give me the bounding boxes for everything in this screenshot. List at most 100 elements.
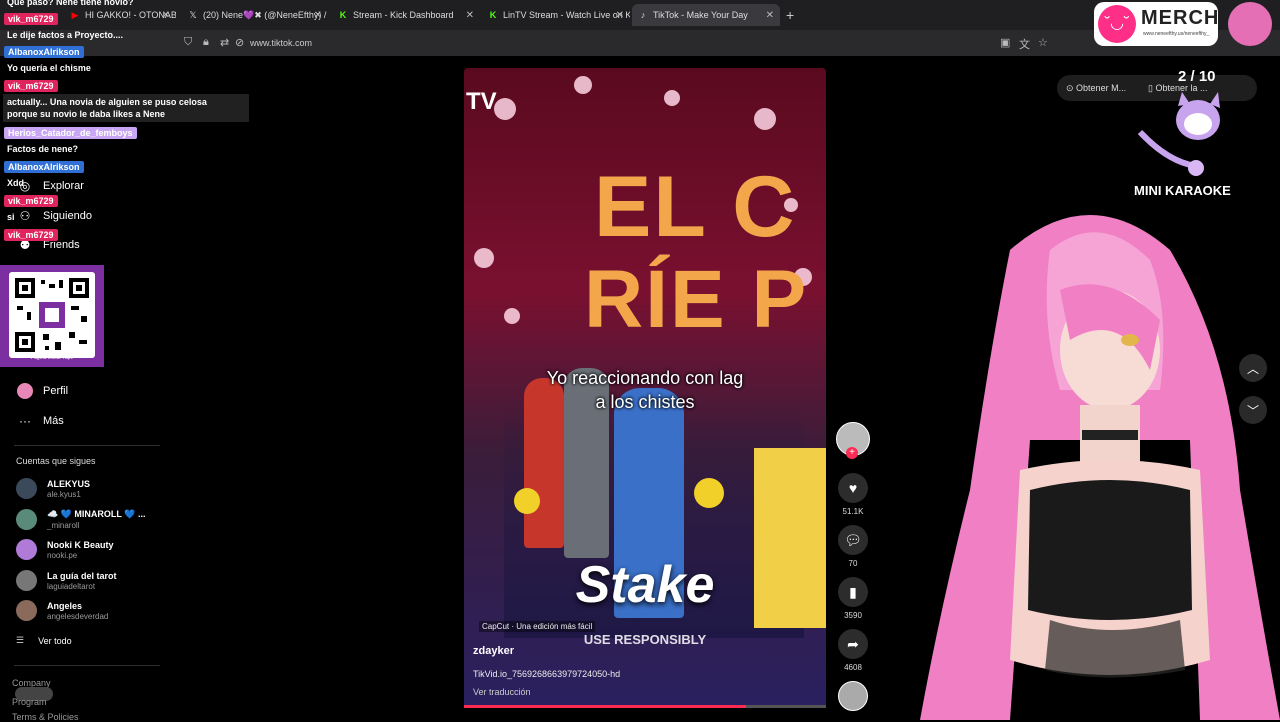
tab-tiktok[interactable]: ♪ TikTok - Make Your Day ✕ <box>632 4 780 26</box>
sponsor-tagline: USE RESPONSIBLY <box>583 632 707 647</box>
sidebar-item-explore[interactable]: ◎ Explorar <box>16 177 84 195</box>
kick-icon: K <box>489 10 497 20</box>
reader-icon[interactable]: ▣ <box>1000 36 1010 49</box>
capcut-badge[interactable]: CapCut · Una edición más fácil <box>479 621 596 632</box>
account-name: Nooki K Beauty <box>47 539 114 550</box>
avatar <box>16 539 37 560</box>
list-icon: ☰ <box>16 635 25 645</box>
sidebar-item-label: Perfil <box>43 385 69 397</box>
tab-x[interactable]: 𝕏 (20) Nene💜✖ (@NeneEfthy) / ✕ <box>182 4 328 26</box>
following-icon: ⚇ <box>19 209 31 223</box>
yellow-balloon <box>514 488 540 514</box>
follow-plus-icon[interactable]: + <box>846 447 858 459</box>
footer-legal[interactable]: Terms & Policies <box>12 712 79 722</box>
share-button[interactable]: ➦ 4608 <box>838 629 868 672</box>
sidebar-item-more[interactable]: ··· Más <box>16 412 64 430</box>
kick-icon: K <box>339 10 347 20</box>
see-all-label: Ver todo <box>38 635 72 646</box>
sound-avatar[interactable] <box>838 681 868 711</box>
tab-label: TikTok - Make Your Day <box>653 10 748 20</box>
lock-icon[interactable]: 🔒︎ <box>203 36 209 49</box>
following-title: Cuentas que sigues <box>16 456 96 466</box>
account-handle: _minaroll <box>47 521 80 530</box>
chat-username: vik_m6729 <box>4 80 58 92</box>
translate-icon[interactable]: 文 <box>1019 36 1030 52</box>
site-settings-icon[interactable]: ⇄ <box>220 36 229 49</box>
qr-caption: Página oficial Yape <box>30 355 74 361</box>
share-arrow-icon: ➦ <box>838 629 868 659</box>
followed-account[interactable]: La guía del tarot laguiadeltarot <box>16 570 117 591</box>
chat-username: vik_m6729 <box>4 195 58 207</box>
sidebar-item-following[interactable]: ⚇ Siguiendo <box>16 207 92 225</box>
streamer-avatar <box>1228 2 1272 46</box>
comment-icon: 💬︎ <box>838 525 868 555</box>
account-handle: angelesdeverdad <box>47 611 109 621</box>
see-translation-link[interactable]: Ver traducción <box>473 687 531 697</box>
avatar <box>16 600 37 621</box>
bookmark-icon: ▮ <box>838 577 868 607</box>
tab-lintv[interactable]: K LinTV Stream - Watch Live on K ✕ <box>482 4 630 26</box>
star-icon[interactable]: ☆ <box>1038 36 1048 49</box>
comment-button[interactable]: 💬︎ 70 <box>838 525 868 568</box>
followed-account[interactable]: ALEKYUS ale.kyus1 <box>16 478 90 499</box>
close-icon[interactable]: ✕ <box>466 10 474 21</box>
close-icon[interactable]: ✕ <box>314 10 322 21</box>
close-icon[interactable]: ✕ <box>162 10 170 21</box>
qr-code-pattern <box>15 278 89 352</box>
account-name: ☁️ 💙 MINAROLL 💙 ... <box>47 509 146 519</box>
kuromi-mascot-icon <box>1138 92 1220 176</box>
sidebar-item-label: Siguiendo <box>43 210 92 222</box>
divider <box>14 445 160 446</box>
tiktok-icon: ♪ <box>640 10 646 20</box>
tab-kick-dashboard[interactable]: K Stream - Kick Dashboard ✕ <box>332 4 480 26</box>
get-app-button[interactable]: ⊙ Obtener M... <box>1066 83 1126 94</box>
avatar <box>16 509 37 530</box>
close-icon[interactable]: ✕ <box>766 10 774 21</box>
like-count: 51.1K <box>842 507 864 516</box>
yellow-balloon <box>694 478 724 508</box>
tab-label: LinTV Stream - Watch Live on K <box>503 10 630 20</box>
sponsor-logo: Stake <box>575 556 715 614</box>
shield-icon[interactable]: ⛉ <box>184 36 192 49</box>
avatar <box>16 570 37 591</box>
video-title-line1: EL C <box>594 159 797 255</box>
video-author[interactable]: zdayker <box>473 645 514 657</box>
footer-program[interactable]: Program <box>12 697 47 707</box>
chat-message: Factos de nene? <box>7 144 79 154</box>
video-description: TikVid.io_7569268663979724050-hd <box>473 669 621 679</box>
chat-message: Que paso? Nene tiene novio? <box>7 0 134 7</box>
sidebar-item-label: Explorar <box>43 180 84 192</box>
account-handle: ale.kyus1 <box>47 489 81 499</box>
camera-off-icon[interactable]: ⊘ <box>235 36 244 49</box>
account-handle: nooki.pe <box>47 550 78 560</box>
divider <box>14 665 160 666</box>
sidebar-item-profile[interactable]: Perfil <box>16 382 68 400</box>
followed-account[interactable]: ☁️ 💙 MINAROLL 💙 ... _minaroll <box>16 509 145 530</box>
merch-url: www.neneefthy.us/neneefthy_ <box>1143 31 1210 37</box>
followed-account[interactable]: Nooki K Beauty nooki.pe <box>16 539 114 560</box>
more-dots-icon: ··· <box>19 414 31 428</box>
vtuber-avatar <box>920 215 1280 720</box>
app-icon: ⊙ <box>1066 83 1077 93</box>
tab-label: Stream - Kick Dashboard <box>353 10 454 20</box>
see-all-link[interactable]: ☰ Ver todo <box>16 635 72 646</box>
tab-label: (20) Nene💜✖ (@NeneEfthy) / <box>203 9 327 20</box>
account-handle: laguiadeltarot <box>47 581 96 591</box>
url-field[interactable]: www.tiktok.com <box>250 38 312 48</box>
avatar <box>16 478 37 499</box>
comment-count: 70 <box>848 559 858 568</box>
chat-message: si <box>7 212 15 222</box>
new-tab-button[interactable]: + <box>786 7 794 23</box>
account-name: ALEKYUS <box>47 478 91 489</box>
chat-message: Le dije factos a Proyecto.... <box>7 30 124 40</box>
chat-username: AlbanoxAlrikson <box>4 46 84 58</box>
like-button[interactable]: ♥ 51.1K <box>838 473 868 516</box>
chat-username: vik_m6729 <box>4 13 58 25</box>
save-button[interactable]: ▮ 3590 <box>838 577 868 620</box>
chat-message: Xdd <box>7 178 24 188</box>
followed-account[interactable]: Angeles angelesdeverdad <box>16 600 108 621</box>
song-counter: 2 / 10 <box>1178 68 1216 85</box>
chat-message: Yo quería el chisme <box>7 63 91 73</box>
close-icon[interactable]: ✕ <box>616 10 624 21</box>
chat-message: actually... Una novia de alguien se puso… <box>7 97 207 119</box>
